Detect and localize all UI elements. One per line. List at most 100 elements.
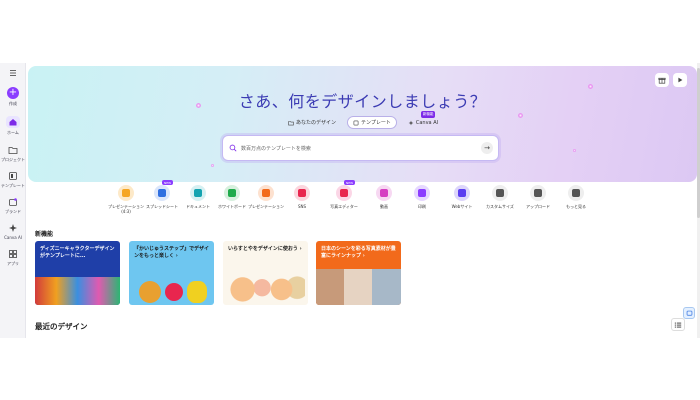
category-label: アップロード <box>526 204 550 209</box>
sidebar-item-apps[interactable]: アプリ <box>0 249 26 267</box>
template-icon <box>9 172 17 180</box>
category-shortcut[interactable]: 動画 <box>364 185 404 209</box>
sparkle-dot <box>573 149 576 152</box>
category-shortcut[interactable]: NEW スプレッドシート <box>142 180 182 209</box>
category-shortcut[interactable]: もっと見る <box>556 185 596 209</box>
hamburger-icon <box>10 70 16 76</box>
sidebar-item-create[interactable]: + 作成 <box>0 87 26 107</box>
arrow-right-icon: → <box>484 144 490 152</box>
ai-search-icon <box>229 144 237 152</box>
irasutoya-illustration <box>227 269 305 303</box>
category-icon <box>262 189 270 197</box>
sparkle-dot <box>211 164 214 167</box>
kaiju-illustration <box>187 281 207 303</box>
category-icon <box>380 189 388 197</box>
brand-icon <box>9 198 17 206</box>
design-category-shortcuts: プレゼンテーション (4:3) NEW スプレッドシート ドキュメント ホワイトボードプ… <box>108 180 612 217</box>
chat-icon <box>686 310 692 316</box>
category-icon-wrap <box>492 185 508 201</box>
category-label: もっと見る <box>566 204 586 209</box>
sidebar-item-projects[interactable]: プロジェクト <box>0 145 26 163</box>
new-badge: NEW <box>344 180 356 185</box>
sidebar-item-home[interactable]: ホーム <box>0 116 26 136</box>
category-icon <box>194 189 202 197</box>
category-icon <box>122 189 130 197</box>
category-shortcut[interactable]: 印刷 <box>402 185 442 209</box>
sidebar-item-label: ホーム <box>7 130 19 135</box>
sidebar-item-canva-ai[interactable]: Canva AI <box>0 223 26 240</box>
category-icon-wrap <box>258 185 274 201</box>
feature-card-kaiju-step[interactable]: 『かいじゅうステップ』でデザインをもっと楽しく › <box>129 241 214 305</box>
category-shortcut[interactable]: NEW 写真エディター <box>324 180 364 209</box>
category-icon <box>534 189 542 197</box>
new-badge: NEW <box>162 180 174 185</box>
canva-home-window: + 作成 ホーム プロジェクト テンプレート ブランド Canva AI アプリ <box>0 63 700 338</box>
feature-card-irasutoya[interactable]: いらすとやをデザインに使おう › <box>223 241 308 305</box>
sidebar-item-label: ブランド <box>5 209 21 214</box>
search-submit-button[interactable]: → <box>481 142 493 154</box>
feature-card-disney[interactable]: ディズニーキャラクターデザインがテンプレートに... <box>35 241 120 305</box>
tab-label: Canva AI <box>415 119 439 126</box>
category-icon <box>228 189 236 197</box>
category-shortcut[interactable]: プレゼンテーション <box>246 185 286 209</box>
kaiju-illustration <box>165 283 183 301</box>
category-shortcut[interactable]: プレゼンテーション (4:3) <box>106 185 146 214</box>
tab-canva-ai[interactable]: 新機能 Canva AI <box>403 110 443 128</box>
category-shortcut[interactable]: カスタムサイズ <box>480 185 520 209</box>
plus-icon: + <box>7 87 19 99</box>
category-shortcut[interactable]: Webサイト <box>442 185 482 209</box>
play-button[interactable] <box>673 73 687 87</box>
japan-photo-collage <box>316 269 401 305</box>
category-label: 写真エディター <box>330 204 358 209</box>
category-icon-wrap <box>294 185 310 201</box>
category-icon <box>496 189 504 197</box>
category-icon-wrap <box>414 185 430 201</box>
main-content: さあ、何をデザインしましょう？ あなたのデザイン テンプレート 新機能 Canv… <box>26 63 700 338</box>
category-icon-wrap <box>224 185 240 201</box>
sidebar-item-label: アプリ <box>7 261 19 266</box>
tab-your-designs[interactable]: あなたのデザイン <box>283 117 341 128</box>
hero-banner: さあ、何をデザインしましょう？ あなたのデザイン テンプレート 新機能 Canv… <box>28 66 697 182</box>
category-label: スプレッドシート <box>146 204 178 209</box>
category-icon-wrap <box>376 185 392 201</box>
folder-icon <box>8 147 18 154</box>
new-feature-badge: 新機能 <box>420 110 436 118</box>
search-input[interactable]: 数百万点のテンプレートを検索 <box>241 145 311 152</box>
sparkle-icon <box>408 120 414 125</box>
category-icon <box>572 189 580 197</box>
sparkle-icon <box>9 224 17 232</box>
sidebar-item-label: Canva AI <box>4 235 22 240</box>
template-icon <box>353 120 359 125</box>
category-icon-wrap <box>190 185 206 201</box>
sidebar-item-label: テンプレート <box>1 183 25 188</box>
sidebar-item-brand[interactable]: ブランド <box>0 197 26 215</box>
folder-icon <box>288 120 294 125</box>
feature-card-japan-photos[interactable]: 日本のシーンを彩る写真素材が豊富にラインナップ › <box>316 241 401 305</box>
feature-card-title: いらすとやをデザインに使おう › <box>228 246 302 252</box>
category-shortcut[interactable]: SNS <box>282 185 322 209</box>
list-view-toggle[interactable] <box>671 318 685 331</box>
recent-designs-heading: 最近のデザイン <box>35 322 88 331</box>
apps-icon <box>9 250 17 258</box>
category-shortcut[interactable]: アップロード <box>518 185 558 209</box>
search-mode-tabs: あなたのデザイン テンプレート 新機能 Canva AI <box>283 110 443 129</box>
sidebar-item-label: 作成 <box>9 101 17 106</box>
disney-character-illustration <box>35 277 120 305</box>
template-search-bar[interactable]: 数百万点のテンプレートを検索 → <box>222 135 499 161</box>
sidebar-item-label: プロジェクト <box>1 157 25 162</box>
sidebar-item-templates[interactable]: テンプレート <box>0 171 26 189</box>
gift-button[interactable] <box>655 73 669 87</box>
category-label: 動画 <box>380 204 388 209</box>
category-icon <box>458 189 466 197</box>
tab-templates[interactable]: テンプレート <box>347 116 397 129</box>
sidebar: + 作成 ホーム プロジェクト テンプレート ブランド Canva AI アプリ <box>0 63 26 338</box>
list-icon <box>674 322 682 328</box>
play-icon <box>678 77 683 83</box>
menu-button[interactable] <box>0 68 26 78</box>
kaiju-illustration <box>139 281 161 303</box>
category-icon-wrap <box>454 185 470 201</box>
category-icon-wrap: NEW <box>336 180 356 201</box>
tab-label: テンプレート <box>361 120 391 126</box>
assistant-button[interactable] <box>683 307 695 319</box>
category-label: SNS <box>297 204 307 209</box>
